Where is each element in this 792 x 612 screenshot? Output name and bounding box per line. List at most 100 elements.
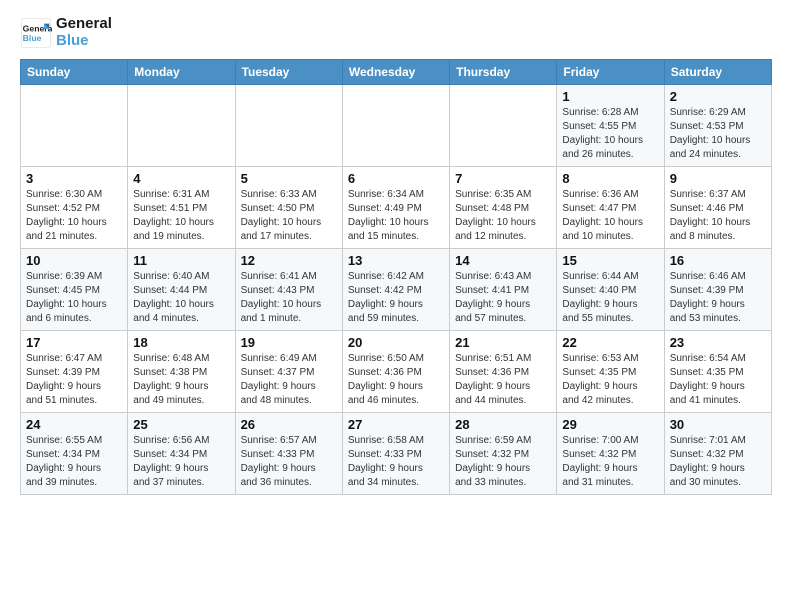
calendar-cell [128, 85, 235, 167]
calendar-cell: 6Sunrise: 6:34 AMSunset: 4:49 PMDaylight… [342, 167, 449, 249]
day-number: 16 [670, 253, 766, 268]
logo-text: General Blue [56, 16, 112, 49]
calendar-cell: 26Sunrise: 6:57 AMSunset: 4:33 PMDayligh… [235, 413, 342, 495]
day-info: Sunrise: 6:36 AMSunset: 4:47 PMDaylight:… [562, 188, 658, 244]
day-info: Sunrise: 6:42 AMSunset: 4:42 PMDaylight:… [348, 270, 444, 326]
calendar-cell: 2 Sunrise: 6:29 AMSunset: 4:53 PMDaylight… [664, 85, 771, 167]
calendar-cell: 7 Sunrise: 6:35 AMSunset: 4:48 PMDaylight… [450, 167, 557, 249]
day-info: Sunrise: 6:43 AMSunset: 4:41 PMDaylight:… [455, 270, 551, 326]
calendar-week-3: 17 Sunrise: 6:47 AMSunset: 4:39 PMDayligh… [21, 331, 772, 413]
day-number: 12 [241, 253, 337, 268]
calendar-cell: 18 Sunrise: 6:48 AMSunset: 4:38 PMDayligh… [128, 331, 235, 413]
calendar-cell [342, 85, 449, 167]
day-number: 10 [26, 253, 122, 268]
day-info: Sunrise: 6:58 AMSunset: 4:33 PMDaylight:… [348, 434, 444, 490]
calendar-week-2: 10 Sunrise: 6:39 AMSunset: 4:45 PMDayligh… [21, 249, 772, 331]
weekday-header-saturday: Saturday [664, 60, 771, 85]
day-info: Sunrise: 6:54 AMSunset: 4:35 PMDaylight:… [670, 352, 766, 408]
day-number: 15 [562, 253, 658, 268]
page: General Blue General Blue SundayMondayTu… [0, 0, 792, 511]
day-number: 9 [670, 171, 766, 186]
calendar-cell: 8 Sunrise: 6:36 AMSunset: 4:47 PMDaylight… [557, 167, 664, 249]
day-info: Sunrise: 6:29 AMSunset: 4:53 PMDaylight:… [670, 106, 766, 162]
day-number: 4 [133, 171, 229, 186]
calendar-cell: 13 Sunrise: 6:42 AMSunset: 4:42 PMDayligh… [342, 249, 449, 331]
calendar-cell: 29 Sunrise: 7:00 AMSunset: 4:32 PMDayligh… [557, 413, 664, 495]
calendar-cell: 23Sunrise: 6:54 AMSunset: 4:35 PMDayligh… [664, 331, 771, 413]
calendar-cell: 17 Sunrise: 6:47 AMSunset: 4:39 PMDayligh… [21, 331, 128, 413]
day-info: Sunrise: 7:00 AMSunset: 4:32 PMDaylight:… [562, 434, 658, 490]
calendar-cell: 16 Sunrise: 6:46 AMSunset: 4:39 PMDayligh… [664, 249, 771, 331]
calendar-cell [21, 85, 128, 167]
day-info: Sunrise: 6:51 AMSunset: 4:36 PMDaylight:… [455, 352, 551, 408]
day-number: 19 [241, 335, 337, 350]
day-info: Sunrise: 6:56 AMSunset: 4:34 PMDaylight:… [133, 434, 229, 490]
day-info: Sunrise: 6:53 AMSunset: 4:35 PMDaylight:… [562, 352, 658, 408]
day-number: 20 [348, 335, 444, 350]
day-info: Sunrise: 6:46 AMSunset: 4:39 PMDaylight:… [670, 270, 766, 326]
weekday-header-wednesday: Wednesday [342, 60, 449, 85]
day-info: Sunrise: 6:55 AMSunset: 4:34 PMDaylight:… [26, 434, 122, 490]
day-info: Sunrise: 6:44 AMSunset: 4:40 PMDaylight:… [562, 270, 658, 326]
logo: General Blue General Blue [20, 16, 112, 49]
day-number: 1 [562, 89, 658, 104]
day-number: 17 [26, 335, 122, 350]
weekday-header-thursday: Thursday [450, 60, 557, 85]
calendar-cell: 12Sunrise: 6:41 AMSunset: 4:43 PMDayligh… [235, 249, 342, 331]
calendar-cell: 5Sunrise: 6:33 AMSunset: 4:50 PMDaylight… [235, 167, 342, 249]
calendar-cell: 1 Sunrise: 6:28 AMSunset: 4:55 PMDaylight… [557, 85, 664, 167]
calendar-cell: 14 Sunrise: 6:43 AMSunset: 4:41 PMDayligh… [450, 249, 557, 331]
svg-text:Blue: Blue [23, 33, 42, 43]
calendar-body: 1 Sunrise: 6:28 AMSunset: 4:55 PMDaylight… [21, 85, 772, 495]
day-number: 14 [455, 253, 551, 268]
day-number: 30 [670, 417, 766, 432]
weekday-header-friday: Friday [557, 60, 664, 85]
calendar-cell: 28 Sunrise: 6:59 AMSunset: 4:32 PMDayligh… [450, 413, 557, 495]
day-number: 2 [670, 89, 766, 104]
day-number: 5 [241, 171, 337, 186]
calendar-cell: 10 Sunrise: 6:39 AMSunset: 4:45 PMDayligh… [21, 249, 128, 331]
day-number: 7 [455, 171, 551, 186]
calendar-cell: 25Sunrise: 6:56 AMSunset: 4:34 PMDayligh… [128, 413, 235, 495]
calendar-cell: 11 Sunrise: 6:40 AMSunset: 4:44 PMDayligh… [128, 249, 235, 331]
day-info: Sunrise: 6:48 AMSunset: 4:38 PMDaylight:… [133, 352, 229, 408]
day-number: 6 [348, 171, 444, 186]
day-number: 8 [562, 171, 658, 186]
day-info: Sunrise: 7:01 AMSunset: 4:32 PMDaylight:… [670, 434, 766, 490]
calendar-cell: 24 Sunrise: 6:55 AMSunset: 4:34 PMDayligh… [21, 413, 128, 495]
day-info: Sunrise: 6:37 AMSunset: 4:46 PMDaylight:… [670, 188, 766, 244]
day-info: Sunrise: 6:59 AMSunset: 4:32 PMDaylight:… [455, 434, 551, 490]
day-info: Sunrise: 6:47 AMSunset: 4:39 PMDaylight:… [26, 352, 122, 408]
day-info: Sunrise: 6:28 AMSunset: 4:55 PMDaylight:… [562, 106, 658, 162]
calendar-table: SundayMondayTuesdayWednesdayThursdayFrid… [20, 59, 772, 495]
day-number: 24 [26, 417, 122, 432]
calendar-cell: 9 Sunrise: 6:37 AMSunset: 4:46 PMDaylight… [664, 167, 771, 249]
day-number: 3 [26, 171, 122, 186]
calendar-cell [450, 85, 557, 167]
day-number: 29 [562, 417, 658, 432]
calendar-week-0: 1 Sunrise: 6:28 AMSunset: 4:55 PMDaylight… [21, 85, 772, 167]
day-info: Sunrise: 6:39 AMSunset: 4:45 PMDaylight:… [26, 270, 122, 326]
day-number: 22 [562, 335, 658, 350]
day-info: Sunrise: 6:40 AMSunset: 4:44 PMDaylight:… [133, 270, 229, 326]
day-number: 13 [348, 253, 444, 268]
day-number: 11 [133, 253, 229, 268]
day-info: Sunrise: 6:50 AMSunset: 4:36 PMDaylight:… [348, 352, 444, 408]
calendar-week-4: 24 Sunrise: 6:55 AMSunset: 4:34 PMDayligh… [21, 413, 772, 495]
day-number: 18 [133, 335, 229, 350]
weekday-header-monday: Monday [128, 60, 235, 85]
day-number: 28 [455, 417, 551, 432]
logo-icon: General Blue [20, 17, 52, 49]
weekday-header-tuesday: Tuesday [235, 60, 342, 85]
weekday-header-sunday: Sunday [21, 60, 128, 85]
day-info: Sunrise: 6:30 AMSunset: 4:52 PMDaylight:… [26, 188, 122, 244]
day-info: Sunrise: 6:31 AMSunset: 4:51 PMDaylight:… [133, 188, 229, 244]
day-number: 27 [348, 417, 444, 432]
calendar-cell: 30 Sunrise: 7:01 AMSunset: 4:32 PMDayligh… [664, 413, 771, 495]
weekday-header-row: SundayMondayTuesdayWednesdayThursdayFrid… [21, 60, 772, 85]
day-info: Sunrise: 6:35 AMSunset: 4:48 PMDaylight:… [455, 188, 551, 244]
day-info: Sunrise: 6:49 AMSunset: 4:37 PMDaylight:… [241, 352, 337, 408]
calendar-cell: 4 Sunrise: 6:31 AMSunset: 4:51 PMDaylight… [128, 167, 235, 249]
header: General Blue General Blue [20, 16, 772, 49]
calendar-cell: 21Sunrise: 6:51 AMSunset: 4:36 PMDayligh… [450, 331, 557, 413]
